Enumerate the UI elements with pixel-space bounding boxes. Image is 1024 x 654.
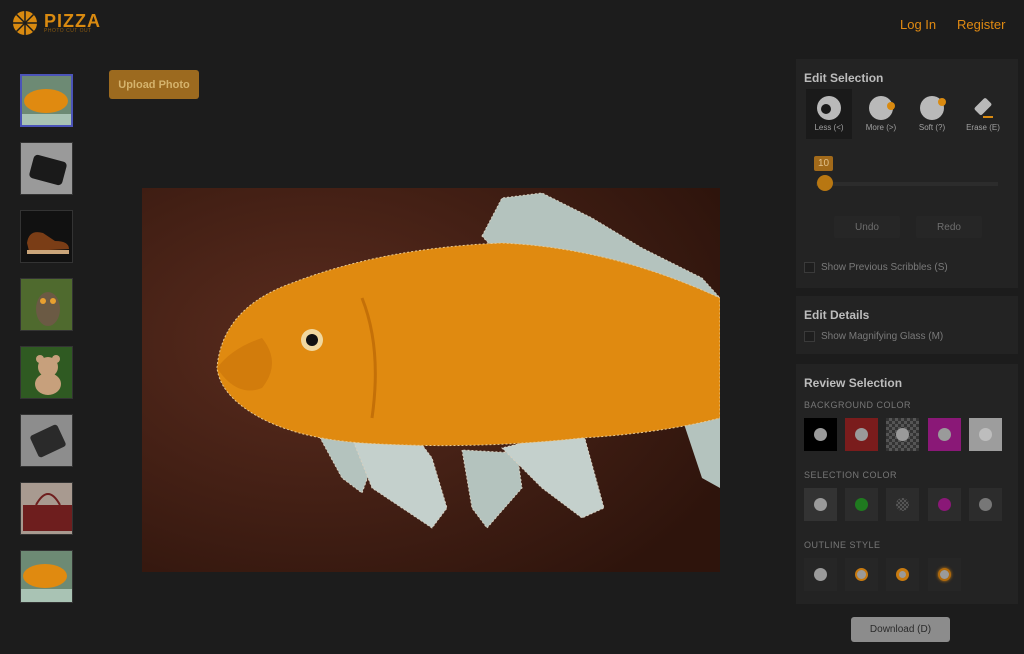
tool-erase[interactable]: Erase (E) [960,89,1006,139]
tool-more[interactable]: More (>) [858,89,904,139]
bg-swatch-red[interactable] [845,418,878,451]
tool-more-label: More (>) [865,123,897,132]
download-button[interactable]: Download (D) [851,617,950,642]
magnifier-toggle[interactable]: Show Magnifying Glass (M) [804,331,943,342]
thumbnail-brown-bag[interactable] [20,482,73,535]
outline-glow[interactable] [928,558,961,591]
magnifier-checkbox[interactable] [804,331,815,342]
brush-size-handle[interactable] [817,175,833,191]
redo-button[interactable]: Redo [916,216,982,238]
soft-brush-icon [920,96,946,120]
bg-swatch-magenta[interactable] [928,418,961,451]
thumbnail-strip [20,74,74,618]
sel-swatch-checker[interactable] [886,488,919,521]
review-selection-title: Review Selection [804,376,903,390]
edit-selection-title: Edit Selection [804,71,884,85]
bg-swatch-black[interactable] [804,418,837,451]
edit-selection-panel: Edit Selection Less (<) More (>) Soft (?… [796,59,1018,288]
eraser-icon [974,98,993,118]
thumbnail-black-wallet[interactable] [20,142,73,195]
outline-thin[interactable] [845,558,878,591]
magnifier-label: Show Magnifying Glass (M) [821,331,944,342]
thumbnail-goldfish-2[interactable] [20,550,73,603]
more-brush-icon [869,96,895,120]
sel-swatch-white[interactable] [804,488,837,521]
less-brush-icon [817,96,841,120]
undo-button[interactable]: Undo [834,216,900,238]
sel-swatch-magenta[interactable] [928,488,961,521]
show-scribbles-toggle[interactable]: Show Previous Scribbles (S) [804,262,948,273]
thumbnail-goldfish[interactable] [20,74,73,127]
outline-none[interactable] [804,558,837,591]
edit-details-title: Edit Details [804,308,870,322]
bg-swatch-transparent[interactable] [886,418,919,451]
thumbnail-brown-shoe[interactable] [20,210,73,263]
tool-less[interactable]: Less (<) [806,89,852,139]
outline-style-label: OUTLINE STYLE [804,540,881,550]
brush-size-slider[interactable] [816,182,998,186]
sel-swatch-green[interactable] [845,488,878,521]
brush-size-value: 10 [814,156,834,171]
thumbnail-teddy-bear[interactable] [20,346,73,399]
image-canvas[interactable] [142,188,720,572]
edit-details-panel: Edit Details Show Magnifying Glass (M) [796,296,1018,354]
tool-soft-label: Soft (?) [918,123,946,132]
goldfish-image [142,188,720,572]
upload-photo-button[interactable]: Upload Photo [109,70,199,99]
thumbnail-gray-wallet[interactable] [20,414,73,467]
tool-soft[interactable]: Soft (?) [909,89,955,139]
thumbnail-owl[interactable] [20,278,73,331]
show-scribbles-checkbox[interactable] [804,262,815,273]
sel-swatch-gray[interactable] [969,488,1002,521]
outline-thick[interactable] [886,558,919,591]
show-scribbles-label: Show Previous Scribbles (S) [821,262,948,273]
register-link[interactable]: Register [957,17,1005,32]
review-selection-panel: Review Selection BACKGROUND COLOR SELECT… [796,364,1018,604]
bg-swatch-white[interactable] [969,418,1002,451]
tool-erase-label: Erase (E) [966,123,1000,132]
background-color-label: BACKGROUND COLOR [804,400,912,410]
login-link[interactable]: Log In [900,17,936,32]
selection-color-label: SELECTION COLOR [804,470,898,480]
tool-less-label: Less (<) [814,123,844,132]
logo[interactable]: PIZZA PHOTO CUT OUT [12,10,101,36]
pizza-logo-icon [13,11,37,35]
